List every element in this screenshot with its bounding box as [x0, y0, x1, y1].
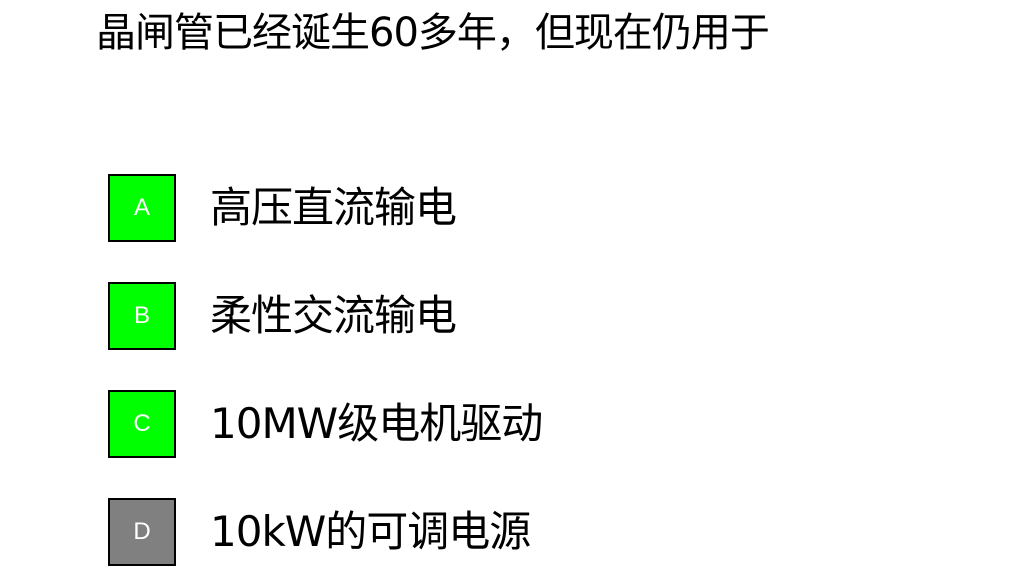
option-a-text: 高压直流输电 — [210, 183, 457, 232]
option-d[interactable]: D 10kW的可调电源 — [108, 498, 908, 566]
option-d-badge[interactable]: D — [108, 498, 176, 566]
option-b-text: 柔性交流输电 — [210, 291, 457, 340]
option-c[interactable]: C 10MW级电机驱动 — [108, 390, 908, 458]
option-a[interactable]: A 高压直流输电 — [108, 174, 908, 242]
option-c-text: 10MW级电机驱动 — [210, 399, 543, 448]
option-b[interactable]: B 柔性交流输电 — [108, 282, 908, 350]
option-d-text: 10kW的可调电源 — [210, 507, 531, 556]
option-c-badge[interactable]: C — [108, 390, 176, 458]
option-b-badge[interactable]: B — [108, 282, 176, 350]
option-a-badge[interactable]: A — [108, 174, 176, 242]
question-text: 晶闸管已经诞生60多年，但现在仍用于 — [96, 10, 770, 56]
